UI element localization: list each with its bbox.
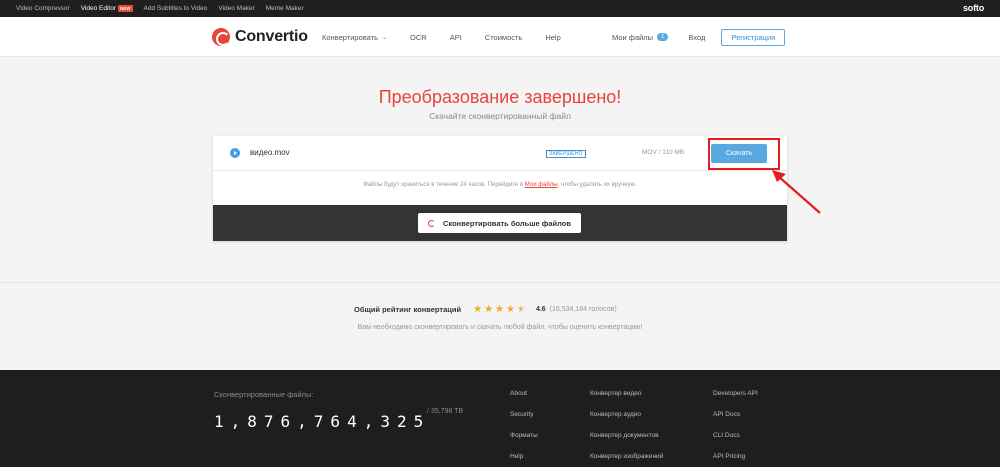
storage-note: Файлы будут храниться в течение 24 часов…: [213, 182, 787, 188]
convert-more-strip: Сконвертировать больше файлов: [213, 205, 787, 241]
topbar-link-meme-maker[interactable]: Meme Maker: [266, 5, 304, 12]
rating-subtext: Вам необходимо сконвертировать и скачать…: [357, 324, 643, 331]
topbar-link-video-maker[interactable]: Video Maker: [218, 5, 254, 12]
my-files-link[interactable]: Мои файлы 1: [612, 32, 669, 42]
file-name: видео.mov: [250, 148, 290, 157]
refresh-icon: [428, 219, 436, 227]
converted-tb-value: 35,798 TB: [430, 408, 464, 415]
chevron-down-icon: ⌄: [381, 34, 388, 41]
star-icon[interactable]: ★: [506, 304, 515, 315]
new-badge: NEW: [118, 5, 133, 12]
half-star-icon[interactable]: ★: [517, 304, 526, 315]
note-text-before: Файлы будут храниться в течение 24 часов…: [363, 182, 525, 188]
my-files-label: Мои файлы: [612, 32, 654, 42]
rating-votes: (16,534,184 голосов): [549, 306, 617, 313]
register-button[interactable]: Регистрация: [721, 28, 786, 46]
slash-glyph: /: [427, 408, 429, 415]
nav-help[interactable]: Help: [545, 33, 560, 42]
rating-row: Общий рейтинг конвертаций ★ ★ ★ ★ ★ 4.6 …: [354, 304, 617, 315]
footer-link-security[interactable]: Security: [510, 411, 538, 418]
convert-more-button[interactable]: Сконвертировать больше файлов: [418, 213, 581, 233]
nav-convert[interactable]: Конвертировать ⌄: [322, 33, 387, 42]
nav-convert-label: Конвертировать: [322, 32, 378, 42]
login-link[interactable]: Вход: [688, 33, 705, 42]
page-title: Преобразование завершено!: [378, 87, 622, 107]
top-bar: Video Compressor Video Editor NEW Add Sub…: [0, 0, 1000, 17]
divider: [0, 282, 1000, 283]
footer-link-help[interactable]: Help: [510, 453, 538, 460]
footer-col-developers: Developers API API Docs CLI Docs API Pri…: [713, 390, 758, 467]
footer-col-company: About Security Форматы Help: [510, 390, 538, 467]
footer-link-api-docs[interactable]: API Docs: [713, 411, 758, 418]
footer-link-about[interactable]: About: [510, 390, 538, 397]
converted-tb: /35,798 TB: [427, 408, 463, 415]
rating-value: 4.6: [535, 306, 546, 313]
footer: Сконвертированные файлы: 1,876,764,325 /…: [0, 370, 1000, 467]
footer-link-developers-api[interactable]: Developers API: [713, 390, 758, 397]
file-row: видео.mov ЗАВЕРШЕНО MOV / 110 MB: [213, 136, 787, 171]
footer-link-image-converter[interactable]: Конвертер изображений: [590, 453, 663, 460]
footer-link-document-converter[interactable]: Конвертер документов: [590, 432, 663, 439]
nav-api[interactable]: API: [450, 33, 462, 42]
footer-link-formats[interactable]: Форматы: [510, 432, 538, 439]
converted-files-counter: 1,876,764,325: [214, 412, 431, 431]
header: Convertio Конвертировать ⌄ OCR API Стоимо…: [0, 17, 1000, 57]
star-icon[interactable]: ★: [495, 304, 504, 315]
nav-pricing[interactable]: Стоимость: [485, 33, 523, 42]
user-nav: Мои файлы 1 Вход Регистрация: [612, 17, 786, 57]
star-icon[interactable]: ★: [484, 304, 493, 315]
result-card: видео.mov ЗАВЕРШЕНО MOV / 110 MB Файлы б…: [213, 136, 787, 241]
footer-link-cli-docs[interactable]: CLI Docs: [713, 432, 758, 439]
topbar-link-add-subtitles[interactable]: Add Subtitles to Video: [144, 5, 208, 12]
convert-more-label: Сконвертировать больше файлов: [443, 218, 571, 228]
play-icon[interactable]: [230, 148, 240, 158]
files-count-badge: 1: [657, 33, 669, 41]
footer-link-api-pricing[interactable]: API Pricing: [713, 453, 758, 460]
footer-link-audio-converter[interactable]: Конвертер аудио: [590, 411, 663, 418]
note-text-after: , чтобы удалить их вручную.: [557, 182, 637, 188]
footer-col-converters: Конвертер видео Конвертер аудио Конверте…: [590, 390, 663, 467]
rating-label: Общий рейтинг конвертаций: [354, 305, 462, 314]
status-badge: ЗАВЕРШЕНО: [546, 150, 586, 158]
convertio-logo[interactable]: Convertio: [212, 28, 308, 46]
topbar-link-video-editor[interactable]: Video Editor NEW: [81, 5, 133, 12]
download-button[interactable]: Скачать: [711, 144, 767, 163]
file-size: MOV / 110 MB: [642, 149, 685, 156]
softo-logo[interactable]: softo: [963, 3, 984, 13]
footer-link-video-converter[interactable]: Конвертер видео: [590, 390, 663, 397]
red-arrow-icon: [772, 170, 821, 214]
logo-text: Convertio: [235, 28, 308, 45]
page-subtitle: Скачайте сконвертированный файл: [429, 111, 571, 121]
my-files-note-link[interactable]: Мои файлы: [525, 182, 558, 188]
topbar-link-label: Video Editor: [80, 5, 117, 12]
nav-ocr[interactable]: OCR: [410, 33, 427, 42]
main-nav: Конвертировать ⌄ OCR API Стоимость Help: [322, 17, 584, 57]
converted-files-label: Сконвертированные файлы:: [214, 390, 314, 399]
convertio-logo-icon: [212, 28, 230, 46]
star-icon[interactable]: ★: [473, 304, 482, 315]
topbar-link-video-compressor[interactable]: Video Compressor: [16, 5, 70, 12]
